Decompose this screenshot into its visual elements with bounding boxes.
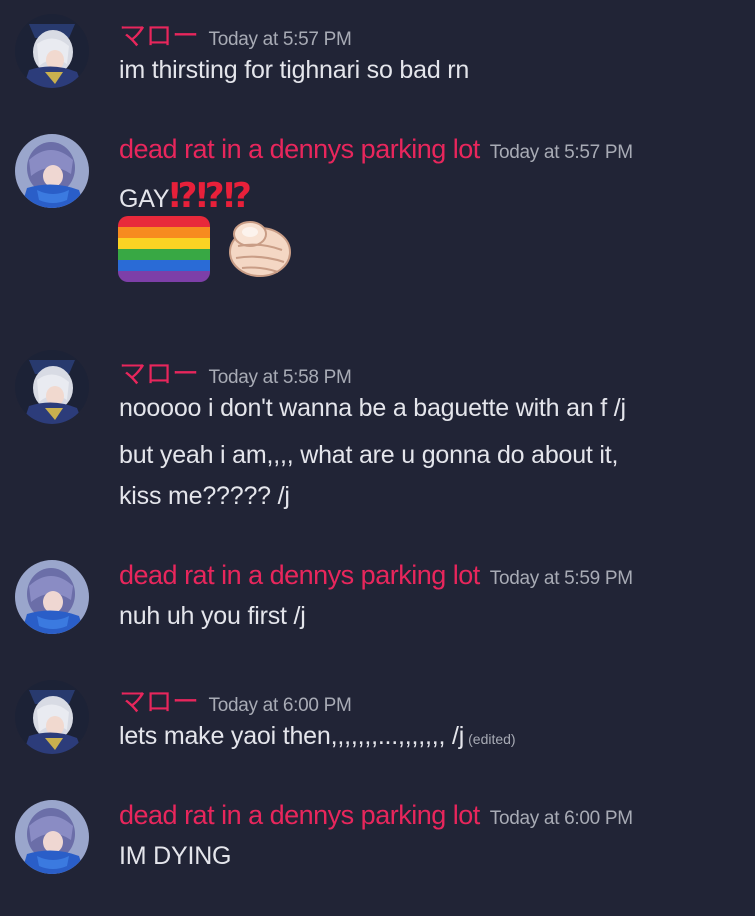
interrobang-emphasis: ⁉⁉⁉	[169, 177, 252, 215]
message-header: dead rat in a dennys parking lot Today at…	[119, 560, 633, 591]
timestamp[interactable]: Today at 5:58 PM	[209, 367, 352, 388]
chat-message-list: マロー Today at 5:57 PM im thirsting for tig…	[0, 0, 755, 916]
emoji-row	[118, 216, 300, 286]
username[interactable]: マロー	[119, 21, 199, 51]
message-text: im thirsting for tighnari so bad rn	[119, 56, 470, 84]
username[interactable]: dead rat in a dennys parking lot	[119, 560, 480, 590]
avatar[interactable]	[15, 350, 89, 424]
white-haired-character-avatar	[15, 680, 89, 754]
username[interactable]: マロー	[119, 687, 199, 717]
white-haired-character-avatar	[15, 350, 89, 424]
message-text-plain: GAY	[119, 185, 170, 213]
message-text: nooooo i don't wanna be a baguette with …	[119, 394, 626, 422]
purple-haired-character-avatar	[15, 800, 89, 874]
avatar[interactable]	[15, 800, 89, 874]
avatar[interactable]	[15, 14, 89, 88]
avatar[interactable]	[15, 560, 89, 634]
timestamp[interactable]: Today at 6:00 PM	[490, 808, 633, 829]
avatar[interactable]	[15, 134, 89, 208]
username[interactable]: マロー	[119, 359, 199, 389]
pointing-finger-icon[interactable]	[216, 216, 300, 282]
timestamp[interactable]: Today at 5:57 PM	[490, 142, 633, 163]
purple-haired-character-avatar	[15, 134, 89, 208]
message-text: lets make yaoi then,,,,,,,...,,,,,,, /j(…	[119, 722, 516, 751]
edited-label: (edited)	[468, 731, 516, 747]
message-text-plain: lets make yaoi then,,,,,,,...,,,,,,, /j	[119, 722, 465, 750]
timestamp[interactable]: Today at 5:57 PM	[209, 29, 352, 50]
message-text: IM DYING	[119, 842, 232, 870]
message-header: dead rat in a dennys parking lot Today at…	[119, 134, 633, 165]
message-text: kiss me????? /j	[119, 482, 290, 510]
message-header: dead rat in a dennys parking lot Today at…	[119, 800, 633, 831]
message-text: but yeah i am,,,, what are u gonna do ab…	[119, 441, 619, 469]
timestamp[interactable]: Today at 5:59 PM	[490, 568, 633, 589]
message-text: nuh uh you first /j	[119, 602, 306, 630]
avatar[interactable]	[15, 680, 89, 754]
rainbow-flag-icon[interactable]	[118, 216, 210, 282]
white-haired-character-avatar	[15, 14, 89, 88]
message-header: マロー Today at 5:57 PM	[119, 14, 352, 53]
message-header: マロー Today at 5:58 PM	[119, 352, 352, 391]
username[interactable]: dead rat in a dennys parking lot	[119, 800, 480, 830]
username[interactable]: dead rat in a dennys parking lot	[119, 134, 480, 164]
message-header: マロー Today at 6:00 PM	[119, 680, 352, 719]
message-text: GAY⁉⁉⁉	[119, 176, 252, 216]
timestamp[interactable]: Today at 6:00 PM	[209, 695, 352, 716]
purple-haired-character-avatar	[15, 560, 89, 634]
